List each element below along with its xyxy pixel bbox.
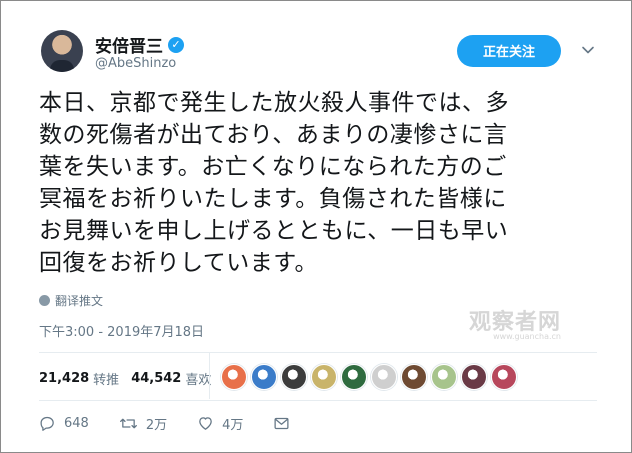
tweet-text: 本日、京都で発生した放火殺人事件では、多 数の死傷者が出ており、あまりの凄惨さに… (39, 90, 509, 276)
liker-avatar[interactable] (371, 364, 397, 390)
like-count: 4万 (222, 418, 244, 433)
retweets-label[interactable]: 转推 (93, 369, 119, 388)
user-name[interactable]: 安倍晋三 (95, 32, 163, 57)
retweet-icon (119, 418, 137, 429)
liker-avatar[interactable] (281, 364, 307, 390)
liker-avatar[interactable] (311, 364, 337, 390)
chevron-down-icon[interactable] (581, 43, 595, 57)
tweet-actions: 648 2万 4万 (39, 414, 320, 433)
following-button[interactable]: 正在关注 (457, 35, 561, 67)
heart-icon (199, 417, 212, 430)
direct-message-button[interactable] (273, 415, 290, 432)
likes-label[interactable]: 喜欢 (185, 369, 211, 388)
reply-button[interactable]: 648 (39, 415, 89, 432)
tweet-stats: 21,428 转推 44,542 喜欢 (39, 369, 223, 388)
reply-count: 648 (64, 416, 89, 431)
retweet-count: 2万 (145, 418, 168, 433)
liker-avatar[interactable] (431, 364, 457, 390)
retweets-count[interactable]: 21,428 (39, 371, 89, 386)
user-name-row: 安倍晋三 ✓ (95, 32, 184, 57)
liker-avatar[interactable] (401, 364, 427, 390)
globe-icon (39, 295, 50, 306)
divider (39, 352, 597, 353)
tweet-timestamp[interactable]: 下午3:00 - 2019年7月18日 (39, 321, 204, 340)
liker-avatar[interactable] (491, 364, 517, 390)
avatar[interactable] (41, 30, 83, 72)
liker-avatar[interactable] (221, 364, 247, 390)
divider (39, 400, 597, 401)
liker-avatars (221, 364, 517, 390)
liker-avatar[interactable] (251, 364, 277, 390)
like-button[interactable]: 4万 (197, 414, 243, 433)
liker-avatar[interactable] (341, 364, 367, 390)
stats-separator (209, 353, 210, 399)
likes-count[interactable]: 44,542 (131, 371, 181, 386)
tweet-card: 安倍晋三 ✓ @AbeShinzo 正在关注 本日、京都で発生した放火殺人事件で… (0, 0, 632, 453)
envelope-icon (274, 417, 289, 430)
liker-avatar[interactable] (461, 364, 487, 390)
user-handle[interactable]: @AbeShinzo (95, 56, 176, 71)
translate-tweet-link[interactable]: 翻译推文 (39, 292, 103, 309)
watermark-logo: 观察者网 www.guancha.cn (469, 310, 562, 341)
reply-icon (40, 416, 54, 431)
translate-label: 翻译推文 (55, 294, 104, 308)
verified-badge-icon: ✓ (168, 36, 184, 53)
retweet-button[interactable]: 2万 (119, 414, 167, 433)
